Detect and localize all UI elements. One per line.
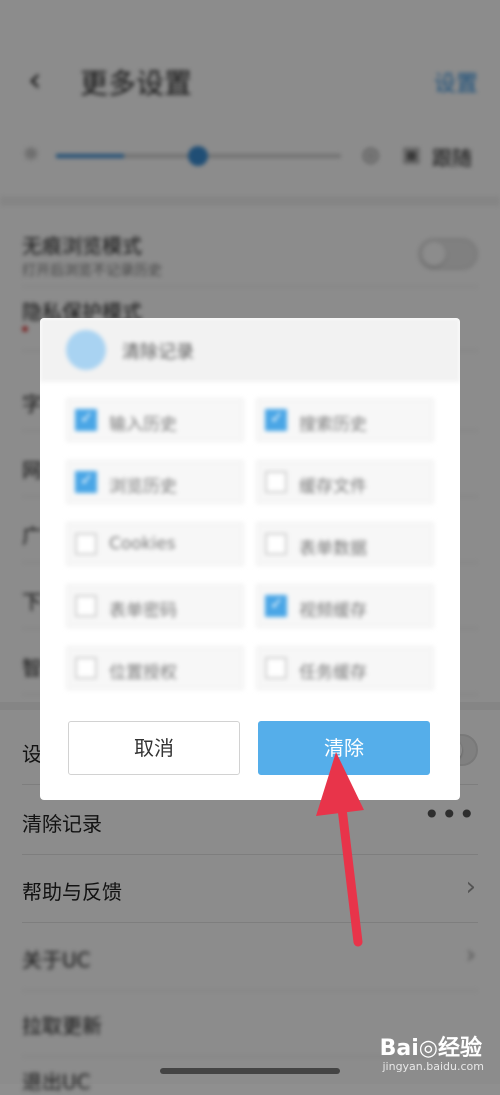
checkbox-icon[interactable] bbox=[75, 595, 97, 617]
uc-logo-icon bbox=[66, 330, 106, 370]
checkbox-icon[interactable] bbox=[265, 471, 287, 493]
option-cache-files[interactable]: 缓存文件 bbox=[256, 460, 434, 504]
option-label: 输入历史 bbox=[109, 415, 177, 435]
home-indicator[interactable] bbox=[160, 1068, 340, 1074]
checkbox-icon[interactable] bbox=[265, 657, 287, 679]
phone-screen: 16:25 ✱ ▮▮ ▮ ‹ 更多设置 设置 ☼ ◎ ▣ 跟随 无痕浏览模式 打… bbox=[0, 0, 500, 1094]
checkbox-icon[interactable] bbox=[75, 470, 97, 493]
dialog-title: 清除记录 bbox=[122, 342, 194, 363]
option-input-history[interactable]: 输入历史 bbox=[66, 398, 244, 442]
option-label: 任务缓存 bbox=[299, 663, 367, 683]
option-task-cache[interactable]: 任务缓存 bbox=[256, 646, 434, 690]
dialog-header: 清除记录 bbox=[40, 318, 460, 382]
option-label: 搜索历史 bbox=[299, 415, 367, 435]
option-search-history[interactable]: 搜索历史 bbox=[256, 398, 434, 442]
clear-button[interactable]: 清除 bbox=[258, 721, 430, 775]
watermark-brand: Bai◎经验 bbox=[379, 1036, 482, 1061]
option-form-data[interactable]: 表单数据 bbox=[256, 522, 434, 566]
checkbox-icon[interactable] bbox=[75, 533, 97, 555]
option-cookies[interactable]: Cookies bbox=[66, 522, 244, 566]
watermark-url: jingyan.baidu.com bbox=[382, 1060, 484, 1073]
checkbox-icon[interactable] bbox=[265, 594, 287, 617]
option-label: 表单数据 bbox=[299, 539, 367, 559]
option-label: 缓存文件 bbox=[299, 477, 367, 497]
checkbox-icon[interactable] bbox=[265, 533, 287, 555]
option-label: 视频缓存 bbox=[299, 601, 367, 621]
checkbox-icon[interactable] bbox=[75, 408, 97, 431]
option-location-permission[interactable]: 位置授权 bbox=[66, 646, 244, 690]
option-label: 位置授权 bbox=[109, 663, 177, 683]
clear-records-dialog: 清除记录 输入历史 搜索历史 浏览历史 缓存文件 Cookies bbox=[40, 318, 460, 800]
option-label: 浏览历史 bbox=[109, 477, 177, 497]
baidu-watermark: Bai◎经验 jingyan.baidu.com bbox=[379, 1030, 484, 1073]
option-browse-history[interactable]: 浏览历史 bbox=[66, 460, 244, 504]
option-form-passwords[interactable]: 表单密码 bbox=[66, 584, 244, 628]
option-video-cache[interactable]: 视频缓存 bbox=[256, 584, 434, 628]
checkbox-icon[interactable] bbox=[75, 657, 97, 679]
checkbox-icon[interactable] bbox=[265, 408, 287, 431]
option-label: 表单密码 bbox=[109, 601, 177, 621]
cancel-button[interactable]: 取消 bbox=[68, 721, 240, 775]
option-label: Cookies bbox=[109, 534, 176, 554]
